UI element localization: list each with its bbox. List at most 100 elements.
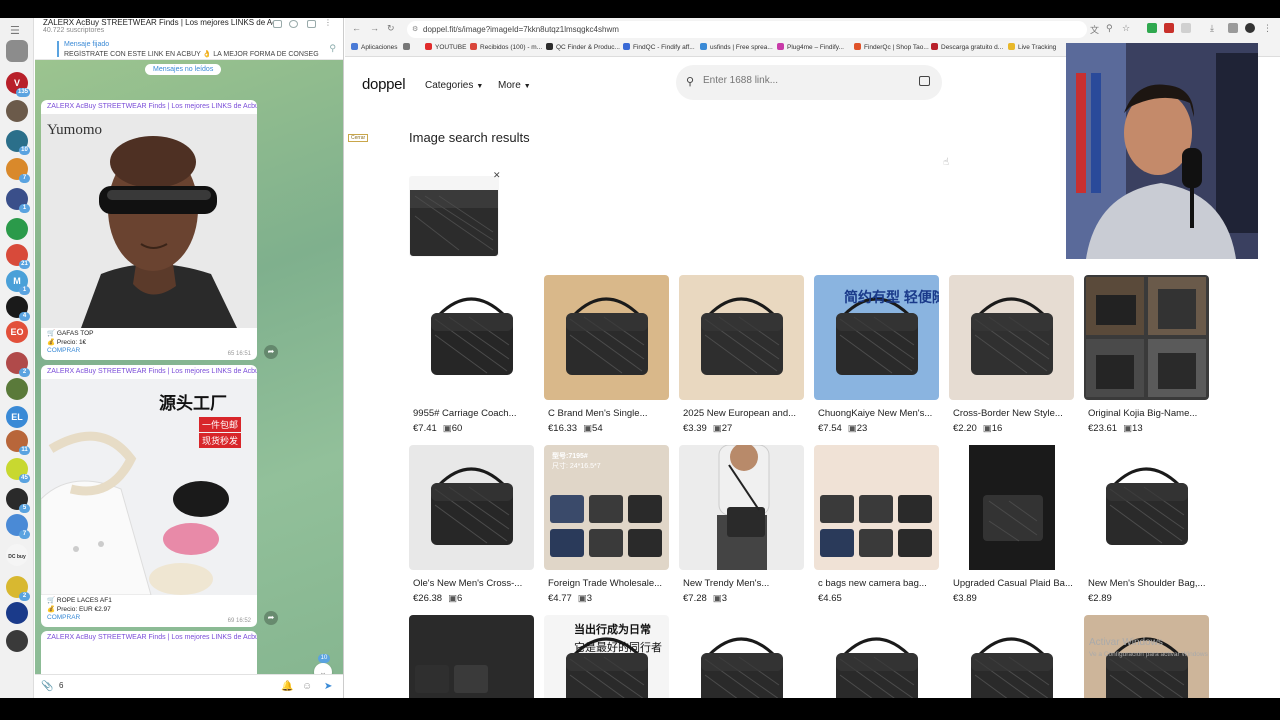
- more-icon[interactable]: ⋮: [324, 18, 333, 27]
- nav-more[interactable]: More ▼: [498, 80, 531, 91]
- bookmark-findqc[interactable]: FindQC - Findify aff...: [623, 43, 695, 51]
- extension-icon[interactable]: [1164, 23, 1174, 33]
- share-icon[interactable]: ➦: [264, 345, 278, 359]
- chat-avatar[interactable]: EL: [6, 406, 28, 428]
- voice-chat-icon[interactable]: [289, 20, 298, 28]
- search-icon[interactable]: [273, 20, 282, 28]
- chat-avatar[interactable]: 7: [6, 158, 30, 183]
- product-card[interactable]: [814, 615, 940, 698]
- product-card[interactable]: 当出行成为日常 它是最好的同行者: [544, 615, 670, 698]
- menu-icon[interactable]: ☰: [10, 24, 20, 37]
- chat-avatar[interactable]: [6, 100, 28, 122]
- product-card[interactable]: New Trendy Men's... €7.28 ▣3: [679, 445, 805, 604]
- nav-categories[interactable]: Categories ▼: [425, 80, 483, 91]
- product-image[interactable]: [544, 275, 669, 400]
- chat-avatar[interactable]: [6, 630, 28, 652]
- product-image[interactable]: [814, 445, 939, 570]
- bookmark-gmail[interactable]: Recibidos (100) - m...: [470, 43, 542, 51]
- pin-icon[interactable]: ⚲: [329, 43, 336, 54]
- chat-avatar[interactable]: [6, 40, 28, 62]
- product-name[interactable]: Original Kojia Big-Name...: [1084, 408, 1210, 419]
- product-name[interactable]: Foreign Trade Wholesale...: [544, 578, 670, 589]
- chat-avatar[interactable]: [6, 218, 28, 240]
- chat-avatar[interactable]: 45: [6, 458, 30, 483]
- chat-avatar[interactable]: [6, 378, 28, 400]
- product-card[interactable]: C Brand Men's Single... €16.33 ▣54: [544, 275, 670, 434]
- chat-avatar[interactable]: M1: [6, 270, 30, 295]
- product-card[interactable]: Cross-Border New Style... €2.20 ▣16: [949, 275, 1075, 434]
- bookmark-finderqc[interactable]: FinderQc | Shop Tao...: [854, 43, 929, 51]
- link-search-input[interactable]: [703, 75, 903, 86]
- product-name[interactable]: Cross-Border New Style...: [949, 408, 1075, 419]
- close-icon[interactable]: ✕: [493, 170, 501, 181]
- chat-avatar[interactable]: 1: [6, 188, 30, 213]
- bookmark-grid[interactable]: [403, 43, 413, 51]
- product-name[interactable]: Ole's New Men's Cross-...: [409, 578, 535, 589]
- chat-avatar[interactable]: V 135: [6, 72, 30, 97]
- product-card[interactable]: Upgraded Casual Plaid Ba... €3.89: [949, 445, 1075, 604]
- image-search-icon[interactable]: [919, 76, 930, 86]
- reload-icon[interactable]: ↻: [387, 23, 395, 34]
- chat-avatar[interactable]: 2: [6, 576, 30, 601]
- chat-avatar[interactable]: 5: [6, 488, 30, 513]
- product-name[interactable]: New Trendy Men's...: [679, 578, 805, 589]
- attach-icon[interactable]: 📎: [41, 681, 53, 692]
- bell-icon[interactable]: 🔔: [281, 681, 293, 692]
- product-image[interactable]: [1084, 275, 1209, 400]
- product-card[interactable]: 简约有型 轻便随行 ChuongKaiye New Men's... €7.54 ▣2…: [814, 275, 940, 434]
- browser-menu-icon[interactable]: ⋮: [1263, 23, 1272, 34]
- product-card[interactable]: [409, 615, 535, 698]
- product-name[interactable]: 2025 New European and...: [679, 408, 805, 419]
- download-icon[interactable]: ⤓: [1210, 23, 1214, 34]
- product-image[interactable]: 型号:7195# 尺寸: 24*16.5*7: [544, 445, 669, 570]
- bookmark-live-tracking[interactable]: Live Tracking: [1008, 43, 1056, 51]
- bookmark-descarga[interactable]: Descarga gratuito d...: [931, 43, 1003, 51]
- chat-avatar[interactable]: 10: [6, 130, 30, 155]
- profile-avatar[interactable]: [1245, 23, 1255, 33]
- product-card[interactable]: 9955# Carriage Coach... €7.41 ▣60: [409, 275, 535, 434]
- chat-avatar[interactable]: 2: [6, 352, 30, 377]
- chat-avatar[interactable]: 7: [6, 514, 30, 539]
- sidebar-icon[interactable]: [1228, 23, 1238, 33]
- product-card[interactable]: 型号:7195# 尺寸: 24*16.5*7 Foreign Trade Whole…: [544, 445, 670, 604]
- product-image[interactable]: 简约有型 轻便随行: [814, 275, 939, 400]
- chat-avatar[interactable]: EO: [6, 321, 28, 343]
- product-name[interactable]: New Men's Shoulder Bag,...: [1084, 578, 1210, 589]
- doppel-logo[interactable]: doppel: [362, 76, 406, 93]
- scroll-down-button[interactable]: ⌄: [314, 663, 332, 674]
- product-card[interactable]: 2025 New European and... €3.39 ▣27: [679, 275, 805, 434]
- share-icon[interactable]: ➦: [264, 611, 278, 625]
- forward-icon[interactable]: →: [370, 23, 379, 33]
- product-image[interactable]: [409, 445, 534, 570]
- product-name[interactable]: ChuongKaiye New Men's...: [814, 408, 940, 419]
- product-card[interactable]: [949, 615, 1075, 698]
- product-image[interactable]: [409, 275, 534, 400]
- buy-link[interactable]: COMPRAR: [47, 614, 251, 623]
- extensions-puzzle-icon[interactable]: [1181, 23, 1191, 33]
- product-name[interactable]: 9955# Carriage Coach...: [409, 408, 535, 419]
- product-image[interactable]: [1084, 445, 1209, 570]
- product-name[interactable]: C Brand Men's Single...: [544, 408, 670, 419]
- chat-avatar[interactable]: 21: [6, 244, 30, 269]
- chat-avatar[interactable]: DC buy: [6, 544, 28, 566]
- product-name[interactable]: Upgraded Casual Plaid Ba...: [949, 578, 1075, 589]
- product-image[interactable]: [679, 615, 804, 698]
- bookmark-apps[interactable]: Aplicaciones: [351, 43, 398, 51]
- product-card[interactable]: New Men's Shoulder Bag,... €2.89: [1084, 445, 1210, 604]
- product-card[interactable]: Ole's New Men's Cross-... €26.38 ▣6: [409, 445, 535, 604]
- sidebar-toggle-icon[interactable]: [307, 20, 316, 28]
- product-image[interactable]: [814, 615, 939, 698]
- translate-icon[interactable]: 文: [1090, 23, 1099, 36]
- bookmark-plug4me[interactable]: Plug4me – Findify...: [777, 43, 844, 51]
- bookmark-youtube[interactable]: YOUTUBE: [425, 43, 466, 51]
- bookmark-qc-finder[interactable]: QC Finder & Produc...: [546, 43, 620, 51]
- product-card[interactable]: Original Kojia Big-Name... €23.61 ▣13: [1084, 275, 1210, 434]
- product-card[interactable]: c bags new camera bag... €4.65: [814, 445, 940, 604]
- message-input[interactable]: 6: [59, 681, 63, 690]
- post-photo[interactable]: Yumomo: [41, 114, 257, 328]
- product-image[interactable]: [949, 275, 1074, 400]
- chat-avatar[interactable]: [6, 602, 28, 624]
- chat-avatar[interactable]: 11: [6, 430, 30, 455]
- cerrar-button[interactable]: Cerrar: [348, 134, 369, 142]
- product-name[interactable]: c bags new camera bag...: [814, 578, 940, 589]
